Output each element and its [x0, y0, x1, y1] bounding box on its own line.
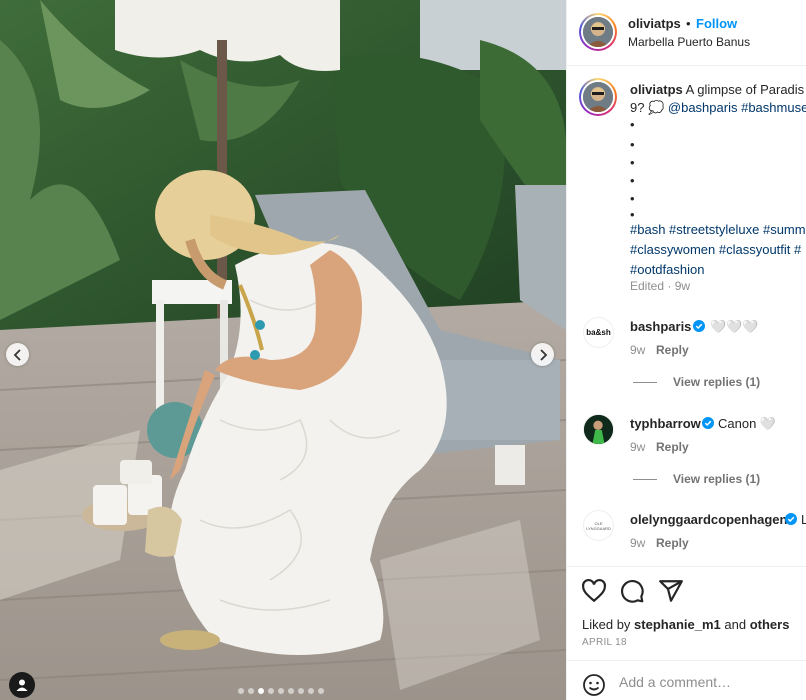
comment-text: L [801, 512, 806, 527]
comment-text: 🤍🤍🤍 [710, 319, 759, 334]
caption-hashtags: #bash #streetstyleluxe #summ #classywome… [630, 220, 806, 280]
post-username[interactable]: oliviatps [628, 16, 681, 31]
carousel-dot [308, 688, 314, 694]
carousel-dot [248, 688, 254, 694]
chevron-right-icon [539, 348, 547, 361]
replies-divider [633, 478, 657, 480]
verified-badge-icon [693, 320, 705, 332]
comment-icon[interactable] [619, 578, 645, 604]
caption-edited-time: Edited · 9w [630, 279, 691, 293]
photo-scene [0, 0, 566, 700]
caption-bullet: • [630, 137, 635, 152]
avatar-photo [583, 17, 613, 47]
heart-icon[interactable] [581, 578, 607, 604]
replies-divider [633, 381, 657, 383]
comment-username[interactable]: bashparis [630, 319, 691, 334]
comment-avatar[interactable]: OLE LYNGGAARD [583, 510, 614, 541]
comment-username[interactable]: olelynggaardcopenhagen [630, 512, 787, 527]
view-replies-button[interactable]: View replies (1) [633, 375, 760, 389]
comments-list[interactable]: oliviatps A glimpse of Paradis 9? 💭 @bas… [567, 67, 806, 567]
comment-avatar[interactable] [583, 414, 614, 445]
post-header: oliviatps • Follow Marbella Puerto Banus [567, 0, 806, 66]
carousel-dot [318, 688, 324, 694]
comment-input[interactable] [619, 669, 799, 695]
carousel-indicator [238, 688, 324, 694]
location-link[interactable]: Marbella Puerto Banus [628, 35, 750, 49]
verified-badge-icon [785, 513, 797, 525]
avatar-label: ba&sh [586, 328, 611, 337]
carousel-dot [238, 688, 244, 694]
next-photo-button[interactable] [531, 343, 554, 366]
post-actions: Liked by stephanie_m1 and others APRIL 1… [567, 566, 806, 660]
comment-text: Canon 🤍 [718, 416, 777, 431]
reply-button[interactable]: Reply [656, 536, 689, 550]
hashtag-line[interactable]: #bash #streetstyleluxe #summ [630, 220, 806, 240]
user-tags-button[interactable] [9, 672, 35, 698]
comment-composer [567, 660, 806, 700]
follow-button[interactable]: Follow [696, 16, 737, 31]
carousel-dot [278, 688, 284, 694]
avatar-label: OLE LYNGGAARD [586, 520, 611, 531]
caption-bullet: • [630, 155, 635, 170]
comment-username[interactable]: typhbarrow [630, 416, 701, 431]
user-tag-icon [16, 679, 28, 691]
caption-bullet: • [630, 191, 635, 206]
post-date: APRIL 18 [582, 637, 627, 648]
chevron-left-icon [13, 348, 21, 361]
avatar-photo [583, 82, 613, 112]
caption-line2: 9? 💭 [630, 100, 665, 115]
liked-by-and: and [724, 617, 747, 632]
view-replies-label: View replies (1) [673, 375, 761, 389]
post-photo[interactable] [0, 0, 566, 700]
carousel-dot [258, 688, 264, 694]
caption-text: oliviatps A glimpse of Paradis 9? 💭 @bas… [630, 81, 806, 117]
caption-bullet: • [630, 173, 635, 188]
reply-button[interactable]: Reply [656, 343, 689, 357]
caption-line1: A glimpse of Paradis [685, 82, 805, 97]
mention-link[interactable]: @bashparis [668, 100, 738, 115]
post-side-panel: oliviatps • Follow Marbella Puerto Banus… [566, 0, 806, 700]
verified-badge-icon [702, 417, 714, 429]
likes-summary: Liked by stephanie_m1 and others [582, 617, 789, 632]
liked-by-user[interactable]: stephanie_m1 [634, 617, 721, 632]
hashtag-line[interactable]: #classywomen #classyoutfit # [630, 240, 806, 260]
reply-button[interactable]: Reply [656, 440, 689, 454]
profile-avatar[interactable] [579, 13, 617, 51]
previous-photo-button[interactable] [6, 343, 29, 366]
emoji-icon[interactable] [582, 673, 606, 697]
separator-dot: • [686, 16, 691, 31]
comment-age: 9w [630, 440, 646, 454]
liked-by-prefix: Liked by [582, 617, 631, 632]
share-icon[interactable] [658, 578, 684, 604]
hashtag-line[interactable]: #ootdfashion [630, 260, 806, 280]
comment-avatar[interactable]: ba&sh [583, 317, 614, 348]
avatar-photo [584, 415, 613, 444]
view-replies-label: View replies (1) [673, 472, 761, 486]
carousel-dot [268, 688, 274, 694]
hashtag-link[interactable]: #bashmuse [741, 100, 806, 115]
carousel-dot [288, 688, 294, 694]
caption-avatar[interactable] [579, 78, 617, 116]
caption-bullet: • [630, 117, 635, 132]
comment-age: 9w [630, 343, 646, 357]
comment-item: OLE LYNGGAARD olelynggaardcopenhagen L 9… [567, 510, 806, 567]
carousel-dot [298, 688, 304, 694]
comment-item: typhbarrow Canon 🤍 9w Reply View replies… [567, 414, 806, 504]
caption-username[interactable]: oliviatps [630, 82, 683, 97]
comment-item: ba&sh bashparis 🤍🤍🤍 9w Reply View replie… [567, 317, 806, 407]
comment-age: 9w [630, 536, 646, 550]
liked-by-others[interactable]: others [750, 617, 790, 632]
view-replies-button[interactable]: View replies (1) [633, 472, 760, 486]
